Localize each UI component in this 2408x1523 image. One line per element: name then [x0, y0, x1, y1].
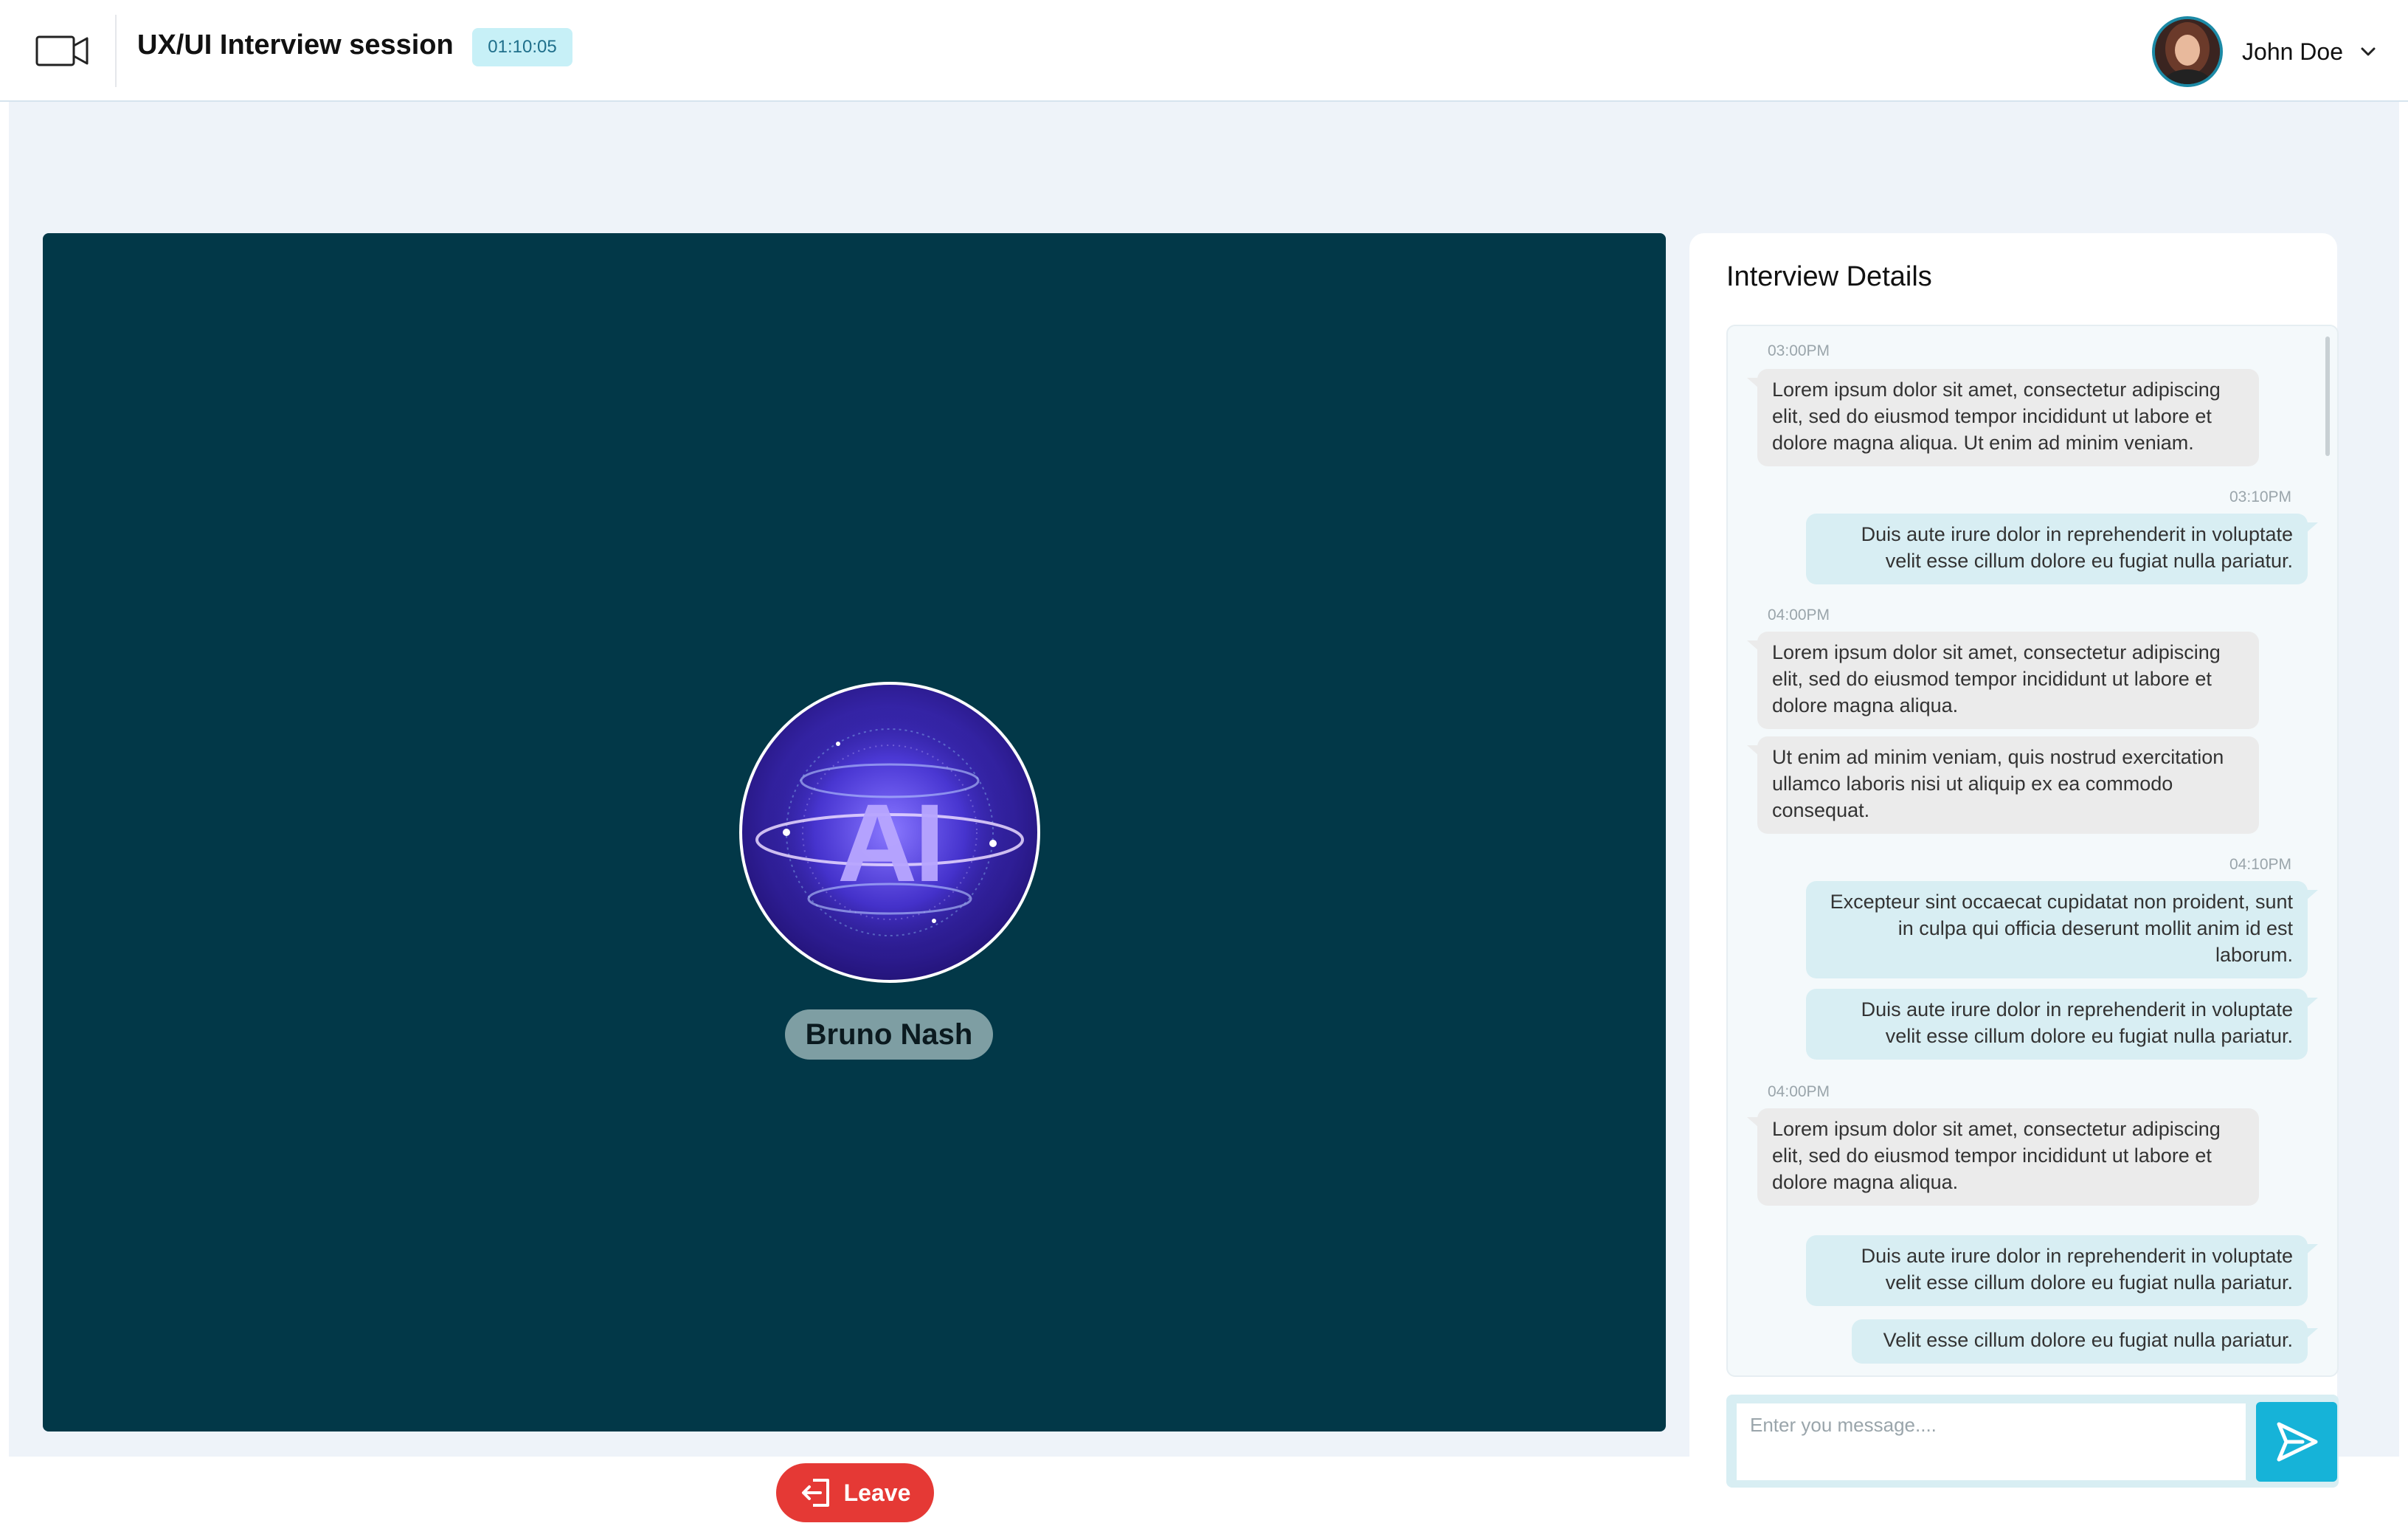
- participant-avatar: AI: [739, 682, 1040, 983]
- main-area: AI Bruno Nash Leave Interview Details 03…: [9, 102, 2399, 1523]
- video-stage: AI Bruno Nash: [43, 233, 1666, 1432]
- video-camera-icon: [35, 34, 89, 68]
- send-icon: [2277, 1422, 2318, 1462]
- message-bubble-incoming: Ut enim ad minim veniam, quis nostrud ex…: [1747, 736, 2259, 834]
- message-bubble-outgoing: Duis aute irure dolor in reprehenderit i…: [1806, 1235, 2318, 1306]
- panel-title: Interview Details: [1726, 261, 1932, 292]
- message-time: 03:10PM: [2229, 488, 2292, 505]
- participant-name: Bruno Nash: [785, 1009, 993, 1060]
- scrollbar[interactable]: [2325, 336, 2330, 456]
- chevron-down-icon[interactable]: [2358, 41, 2378, 62]
- header-divider: [115, 15, 117, 87]
- session-timer: 01:10:05: [472, 28, 572, 66]
- exit-icon: [801, 1479, 829, 1507]
- message-bubble-outgoing: Duis aute irure dolor in reprehenderit i…: [1806, 514, 2318, 584]
- message-bubble-outgoing: Duis aute irure dolor in reprehenderit i…: [1806, 989, 2318, 1060]
- message-bubble-incoming: Lorem ipsum dolor sit amet, consectetur …: [1747, 1108, 2259, 1206]
- interview-details-panel: Interview Details 03:00PM Lorem ipsum do…: [1689, 233, 2339, 1523]
- page-title: UX/UI Interview session: [137, 30, 454, 61]
- chat-log[interactable]: 03:00PM Lorem ipsum dolor sit amet, cons…: [1726, 325, 2339, 1377]
- message-bubble-outgoing: Velit esse cillum dolore eu fugiat nulla…: [1852, 1319, 2318, 1364]
- message-bubble-incoming: Lorem ipsum dolor sit amet, consectetur …: [1747, 369, 2259, 466]
- leave-label: Leave: [843, 1479, 911, 1506]
- avatar-text: AI: [837, 781, 945, 905]
- message-bubble-outgoing: Excepteur sint occaecat cupidatat non pr…: [1806, 881, 2318, 978]
- message-time: 04:10PM: [2229, 856, 2292, 873]
- user-name: John Doe: [2242, 38, 2343, 65]
- message-bubble-incoming: Lorem ipsum dolor sit amet, consectetur …: [1747, 632, 2259, 729]
- message-composer: [1726, 1395, 2339, 1488]
- leave-button[interactable]: Leave: [776, 1463, 934, 1522]
- message-time: 04:00PM: [1768, 1083, 1830, 1100]
- send-button[interactable]: [2256, 1402, 2337, 1482]
- message-time: 04:00PM: [1768, 607, 1830, 624]
- user-menu[interactable]: John Doe: [2152, 16, 2378, 87]
- avatar: [2152, 16, 2224, 87]
- message-time: 03:00PM: [1768, 342, 1830, 359]
- message-input[interactable]: [1737, 1403, 2246, 1480]
- top-bar: UX/UI Interview session 01:10:05 John Do…: [0, 0, 2408, 102]
